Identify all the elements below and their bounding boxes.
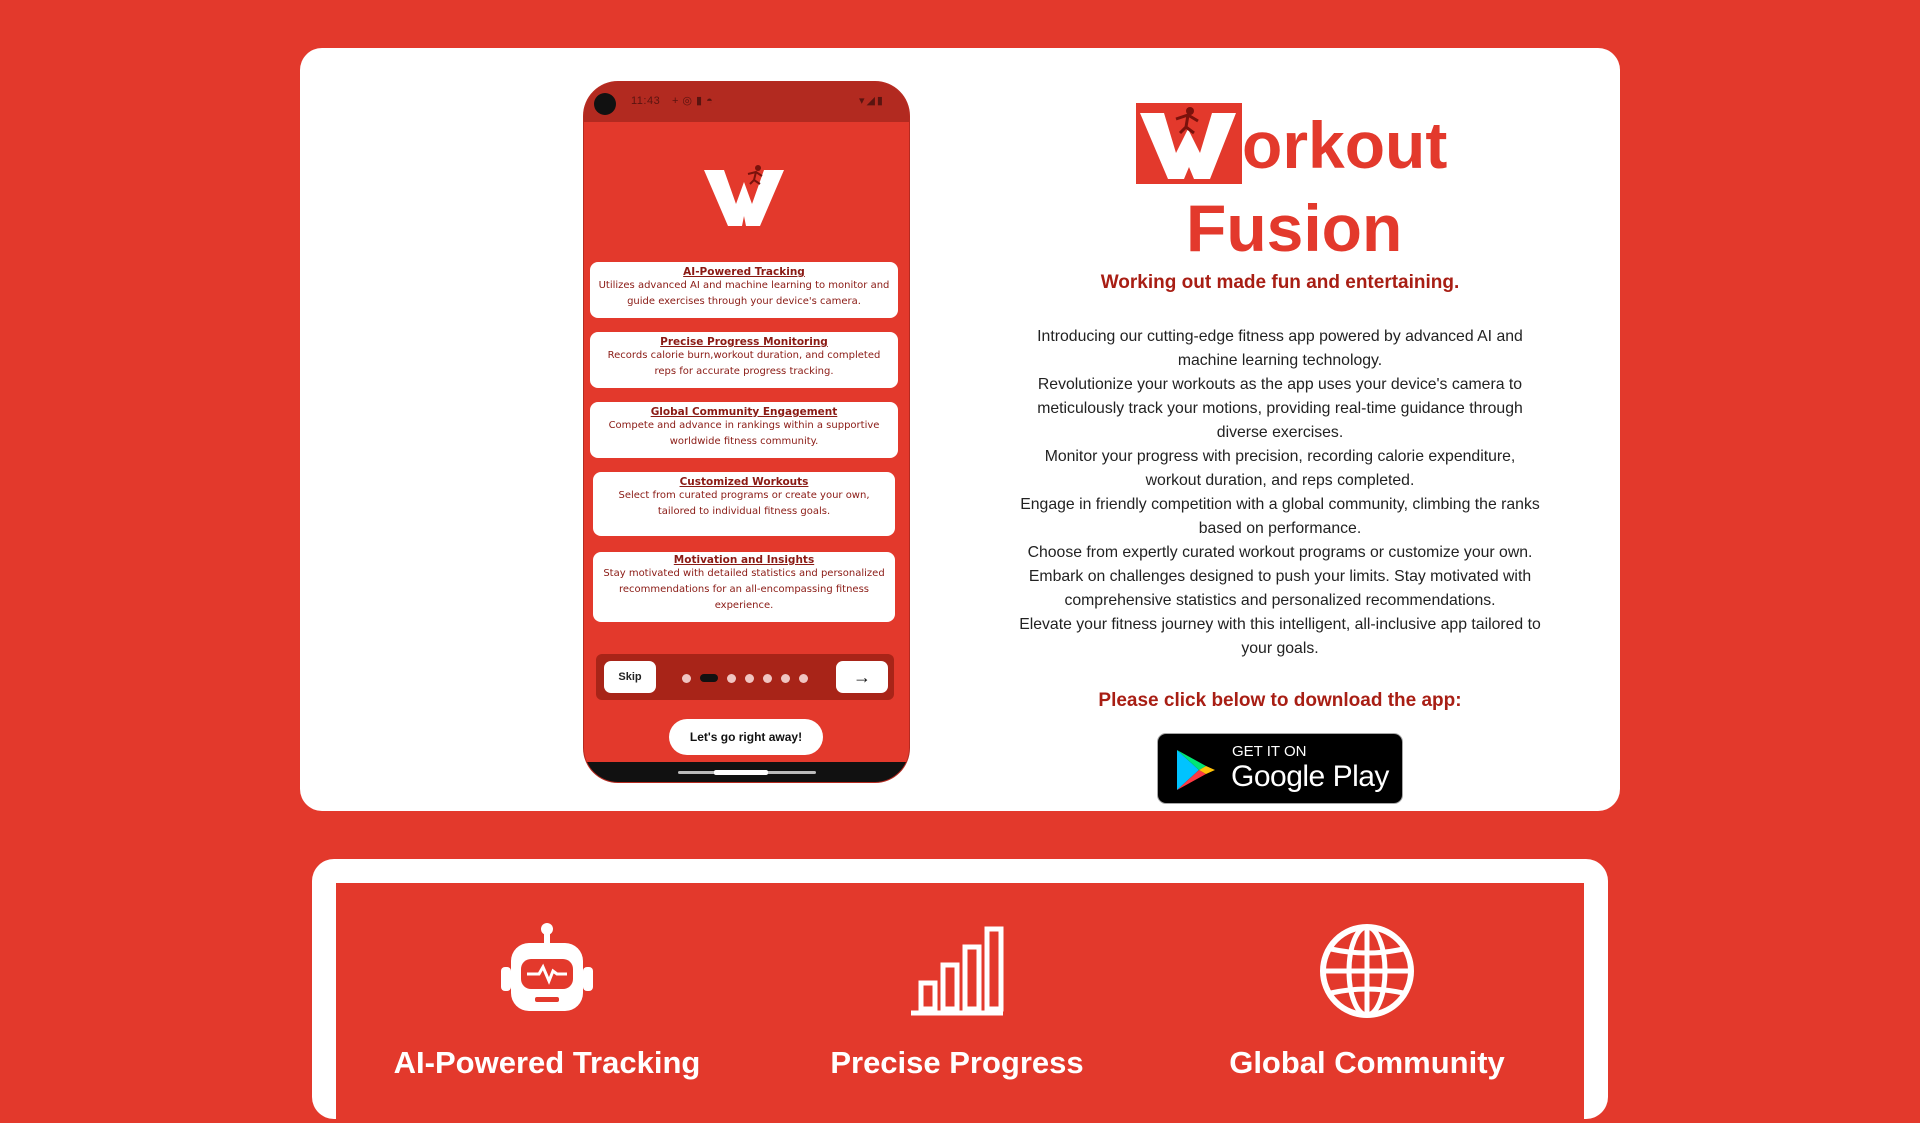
download-cta: Please click below to download the app: — [1098, 690, 1462, 711]
status-icons-left: +◎▮◓ — [672, 95, 717, 107]
google-play-icon — [1177, 750, 1215, 790]
next-button[interactable]: → — [836, 661, 888, 693]
onboarding-nav-bar: Skip → — [596, 654, 894, 700]
gesture-bar — [584, 762, 909, 782]
card-desc: Utilizes advanced AI and machine learnin… — [598, 280, 890, 307]
card-title: Customized Workouts — [679, 476, 809, 488]
phone-card-ai-tracking: AI-Powered Tracking Utilizes advanced AI… — [590, 262, 898, 318]
desc-paragraph: Introducing our cutting-edge fitness app… — [1037, 328, 1523, 369]
google-play-line1: GET IT ON — [1232, 743, 1307, 760]
feature-title: Global Community — [1229, 1045, 1505, 1080]
phone-card-progress: Precise Progress Monitoring Records calo… — [590, 332, 898, 388]
gesture-handle[interactable] — [714, 770, 768, 775]
google-play-line2: Google Play — [1231, 760, 1389, 793]
brand-logo: orkout Fusion — [1136, 103, 1456, 273]
app-description: Introducing our cutting-edge fitness app… — [1015, 325, 1545, 661]
card-desc: Compete and advance in rankings within a… — [608, 420, 880, 447]
globe-icon — [1320, 924, 1414, 1018]
feature-title: AI-Powered Tracking — [393, 1045, 701, 1080]
feature-community: Global Community — [1162, 921, 1572, 1081]
hero-card: 11:43 +◎▮◓ ▾◢▮ AI-Powered Tracking Utili… — [300, 48, 1620, 811]
status-time: 11:43 — [631, 95, 661, 107]
lets-go-button[interactable]: Let's go right away! — [669, 719, 823, 755]
workout-fusion-logo-icon — [1136, 103, 1242, 184]
brand-word-workout: orkout — [1242, 108, 1448, 182]
phone-mockup: 11:43 +◎▮◓ ▾◢▮ AI-Powered Tracking Utili… — [584, 82, 909, 782]
feature-ai-tracking: AI-Powered Tracking — [342, 921, 752, 1081]
robot-icon — [501, 923, 593, 1011]
page-dot[interactable] — [781, 673, 790, 683]
desc-paragraph: Choose from expertly curated workout pro… — [1027, 544, 1533, 561]
card-desc: Stay motivated with detailed statistics … — [603, 568, 885, 611]
arrow-right-icon: → — [853, 667, 871, 687]
phone-card-motivation: Motivation and Insights Stay motivated w… — [593, 552, 895, 622]
status-bar: 11:43 +◎▮◓ ▾◢▮ — [584, 82, 909, 122]
phone-card-community: Global Community Engagement Compete and … — [590, 402, 898, 458]
desc-paragraph: Revolutionize your workouts as the app u… — [1037, 376, 1523, 441]
page-dot[interactable] — [799, 673, 808, 683]
card-desc: Records calorie burn,workout duration, a… — [607, 350, 881, 377]
tagline: Working out made fun and entertaining. — [1100, 272, 1460, 293]
features-section: AI-Powered Tracking Precise Progress Glo… — [312, 859, 1608, 1123]
phone-card-workouts: Customized Workouts Select from curated … — [593, 472, 895, 536]
card-title: Global Community Engagement — [650, 406, 838, 418]
card-title: Motivation and Insights — [673, 554, 815, 566]
page-dot[interactable] — [763, 673, 772, 683]
google-play-button[interactable]: GET IT ON Google Play — [1157, 733, 1403, 804]
workout-fusion-logo-icon — [704, 165, 784, 226]
desc-paragraph: Engage in friendly competition with a gl… — [1020, 496, 1540, 537]
bar-chart-icon — [911, 926, 1004, 1016]
desc-paragraph: Embark on challenges designed to push yo… — [1028, 568, 1532, 609]
brand-word-fusion: Fusion — [1186, 191, 1403, 265]
feature-progress: Precise Progress — [752, 921, 1162, 1081]
skip-button[interactable]: Skip — [604, 661, 656, 693]
features-panel: AI-Powered Tracking Precise Progress Glo… — [336, 883, 1584, 1123]
page-dot[interactable] — [745, 673, 754, 683]
status-icons-right: ▾◢▮ — [858, 95, 885, 107]
feature-title: Precise Progress — [830, 1045, 1084, 1080]
desc-paragraph: Monitor your progress with precision, re… — [1044, 448, 1516, 489]
page-dot[interactable] — [727, 673, 736, 683]
page-dot[interactable] — [682, 673, 691, 683]
page-indicator — [682, 673, 808, 683]
card-title: Precise Progress Monitoring — [660, 336, 828, 348]
page-dot-active[interactable] — [700, 674, 718, 682]
card-desc: Select from curated programs or create y… — [618, 490, 870, 517]
camera-cutout — [594, 93, 616, 115]
desc-paragraph: Elevate your fitness journey with this i… — [1019, 616, 1541, 657]
card-title: AI-Powered Tracking — [683, 266, 805, 278]
